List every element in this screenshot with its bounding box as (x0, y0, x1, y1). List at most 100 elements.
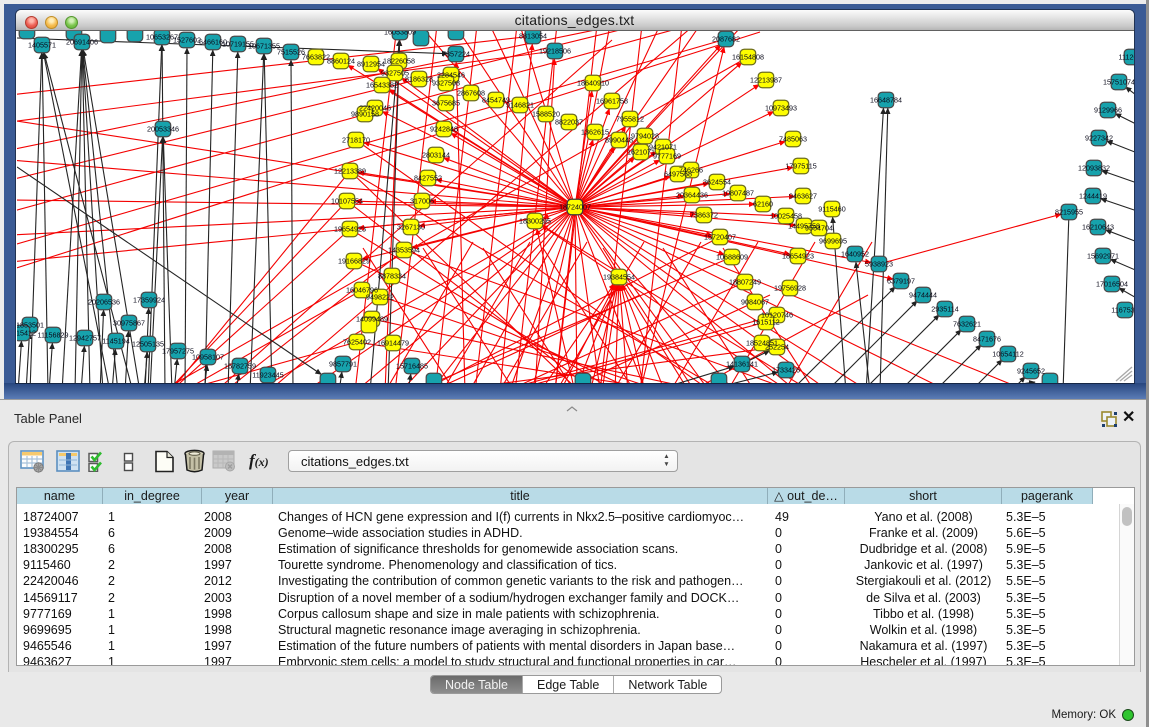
svg-text:18226058: 18226058 (383, 56, 415, 65)
svg-text:9474444: 9474444 (909, 290, 937, 299)
svg-text:19166829: 19166829 (338, 256, 370, 265)
svg-text:9115460: 9115460 (818, 204, 845, 213)
svg-text:19654923: 19654923 (334, 224, 366, 233)
svg-text:2718170: 2718170 (342, 135, 370, 144)
svg-text:6497568: 6497568 (664, 169, 692, 178)
svg-text:1733426: 1733426 (772, 365, 800, 374)
svg-text:1167533: 1167533 (1111, 305, 1134, 314)
svg-text:14353594: 14353594 (388, 245, 420, 254)
svg-text:14136141: 14136141 (726, 359, 758, 368)
svg-text:9777169: 9777169 (653, 151, 681, 160)
svg-text:9498222: 9498222 (366, 292, 394, 301)
svg-text:6379197: 6379197 (887, 276, 915, 285)
svg-text:10973493: 10973493 (765, 103, 797, 112)
svg-text:8186328: 8186328 (405, 74, 433, 83)
svg-text:14099489: 14099489 (356, 314, 388, 323)
svg-text:7625402: 7625402 (343, 337, 371, 346)
svg-text:10025458: 10025458 (770, 211, 802, 220)
svg-text:9794028: 9794028 (631, 131, 659, 140)
svg-text:19756928: 19756928 (774, 283, 806, 292)
svg-text:252254: 252254 (765, 342, 789, 351)
svg-text:9084067: 9084067 (741, 297, 769, 306)
svg-text:16154808: 16154808 (732, 52, 764, 61)
svg-text:2867608: 2867608 (457, 88, 485, 97)
svg-text:1640952: 1640952 (841, 249, 869, 258)
svg-text:8427552: 8427552 (414, 173, 442, 182)
svg-text:10688609: 10688609 (716, 252, 748, 261)
svg-text:10654112: 10654112 (992, 349, 1023, 358)
svg-text:3915412: 3915412 (17, 328, 36, 337)
svg-text:11923445: 11923445 (252, 370, 283, 379)
svg-text:7485063: 7485063 (779, 134, 807, 143)
svg-text:18640910: 18640910 (577, 78, 609, 87)
svg-text:9245652: 9245652 (1017, 366, 1045, 375)
svg-text:1145194: 1145194 (102, 336, 129, 345)
svg-text:10671355: 10671355 (248, 41, 280, 50)
svg-text:9463627: 9463627 (789, 191, 817, 200)
svg-text:8860124: 8860124 (327, 56, 355, 65)
svg-text:317006: 317006 (410, 196, 434, 205)
svg-text:12213389: 12213389 (334, 166, 366, 175)
svg-text:1527602: 1527602 (173, 35, 201, 44)
svg-text:2803144: 2803144 (422, 150, 450, 159)
svg-text:16053809: 16053809 (384, 31, 416, 36)
svg-text:18300295: 18300295 (519, 216, 551, 225)
svg-text:12505135: 12505135 (132, 339, 164, 348)
svg-text:1615112: 1615112 (752, 317, 779, 326)
svg-text:9227342: 9227342 (1085, 133, 1113, 142)
svg-text:17016504: 17016504 (1096, 279, 1128, 288)
svg-text:16961758: 16961758 (596, 96, 628, 105)
svg-text:15716485: 15716485 (396, 361, 428, 370)
svg-text:18807249: 18807249 (729, 277, 761, 286)
svg-text:8878334: 8878334 (378, 271, 406, 280)
svg-text:19218506: 19218506 (539, 46, 571, 55)
svg-text:9554704: 9554704 (805, 223, 833, 232)
svg-text:9242848: 9242848 (430, 124, 458, 133)
svg-text:9146821: 9146821 (506, 100, 534, 109)
svg-text:8471676: 8471676 (973, 334, 1001, 343)
svg-text:19384554: 19384554 (603, 272, 635, 281)
svg-text:3624554: 3624554 (703, 177, 731, 186)
svg-text:12942757: 12942757 (69, 333, 101, 342)
svg-text:1621071: 1621071 (627, 147, 655, 156)
svg-text:1405571: 1405571 (28, 40, 56, 49)
svg-text:9129966: 9129966 (1094, 105, 1122, 114)
svg-text:16782759: 16782759 (224, 361, 256, 370)
svg-text:9327508: 9327508 (432, 78, 460, 87)
svg-text:8990448: 8990448 (605, 135, 633, 144)
svg-text:3267130: 3267130 (397, 222, 425, 231)
svg-text:16648784: 16648784 (870, 95, 902, 104)
svg-text:16543382: 16543382 (366, 80, 398, 89)
svg-text:1244419: 1244419 (1079, 191, 1107, 200)
svg-text:8912954: 8912954 (357, 59, 385, 68)
svg-text:1112049: 1112049 (1119, 52, 1134, 61)
svg-text:10107554: 10107554 (331, 196, 363, 205)
svg-text:2087682: 2087682 (712, 34, 740, 43)
svg-text:9857791: 9857791 (329, 359, 357, 368)
svg-text:62160: 62160 (753, 199, 773, 208)
svg-text:9890158: 9890158 (351, 109, 379, 118)
svg-text:11156829: 11156829 (38, 330, 69, 339)
svg-text:7386372: 7386372 (690, 210, 718, 219)
svg-text:8822037: 8822037 (555, 117, 583, 126)
svg-text:18654923: 18654923 (782, 251, 814, 260)
svg-text:17975115: 17975115 (785, 161, 816, 170)
svg-text:17957275: 17957275 (162, 346, 194, 355)
svg-text:7357224: 7357224 (442, 49, 470, 58)
svg-text:17359924: 17359924 (133, 295, 165, 304)
svg-text:30975867: 30975867 (113, 318, 145, 327)
svg-text:8813054: 8813054 (519, 31, 547, 40)
svg-text:2935114: 2935114 (931, 304, 958, 313)
svg-text:16210643: 16210643 (1082, 222, 1114, 231)
svg-text:12213987: 12213987 (750, 75, 782, 84)
svg-text:7632621: 7632621 (953, 319, 981, 328)
svg-text:15751074: 15751074 (1103, 77, 1134, 86)
svg-text:15720407: 15720407 (704, 232, 736, 241)
svg-text:10807487: 10807487 (722, 188, 754, 197)
svg-text:18724007: 18724007 (559, 202, 591, 211)
svg-text:7515526: 7515526 (277, 47, 305, 56)
svg-text:20364436: 20364436 (676, 190, 708, 199)
svg-text:10958107: 10958107 (192, 352, 224, 361)
svg-text:8215955: 8215955 (1055, 207, 1083, 216)
svg-text:7663822: 7663822 (302, 52, 330, 61)
